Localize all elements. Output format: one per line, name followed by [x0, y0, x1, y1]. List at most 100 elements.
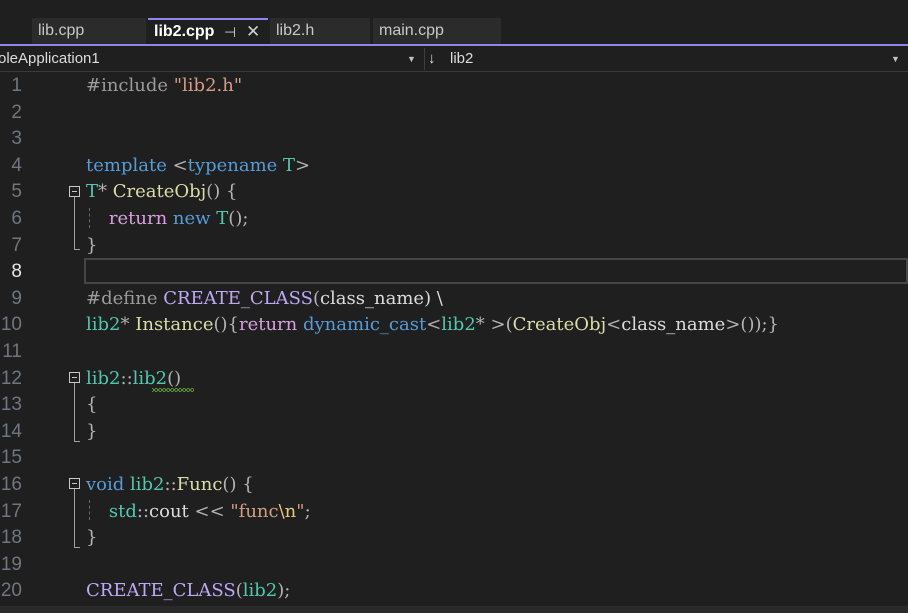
line-number: 3 — [11, 128, 22, 150]
code-token: * — [120, 314, 136, 336]
code-text: std::cout << "func\n"; — [86, 501, 311, 522]
code-text: } — [86, 421, 97, 442]
code-line[interactable]: 1 #include "lib2.h" — [0, 74, 908, 100]
code-token: template — [86, 154, 173, 176]
code-token: lib2 — [86, 367, 121, 389]
code-line[interactable]: 9 #define CREATE_CLASS(class_name) \ — [0, 287, 908, 313]
code-token: \n — [278, 500, 297, 522]
tab-label: lib.cpp — [38, 22, 85, 39]
code-token: Func — [176, 474, 223, 495]
tab-lib2-h[interactable]: lib2.h — [270, 18, 370, 44]
code-text: { — [86, 394, 97, 415]
code-line[interactable]: 5 T* CreateObj() { — [0, 180, 908, 206]
code-token: T — [216, 208, 229, 229]
line-number: 13 — [0, 394, 22, 416]
code-line[interactable]: 6 return new T(); — [0, 207, 908, 233]
line-number: 10 — [0, 314, 22, 336]
navigation-bar: oleApplication1 ▼ ↓ lib2 ▼ — [0, 46, 908, 72]
code-token: () { — [206, 181, 238, 203]
code-line[interactable]: 10 lib2* Instance(){return dynamic_cast<l… — [0, 313, 908, 339]
tab-main-cpp[interactable]: main.cpp — [373, 18, 501, 44]
code-line[interactable]: 12 lib2::lib2() — [0, 367, 908, 393]
code-text: #include "lib2.h" — [86, 75, 242, 96]
project-label: oleApplication1 — [0, 50, 100, 67]
code-line[interactable]: 14} — [0, 420, 908, 446]
line-number: 14 — [0, 420, 22, 442]
code-line[interactable]: 11 — [0, 340, 908, 366]
code-text: #define CREATE_CLASS(class_name) \ — [86, 288, 443, 309]
code-token: :: — [136, 500, 150, 522]
code-line[interactable]: 8 — [0, 260, 908, 286]
code-editor[interactable]: 1 #include "lib2.h" 2 3 4 template <typename … — [0, 72, 908, 613]
code-token: > — [295, 154, 311, 176]
code-token: new — [172, 208, 217, 229]
line-number: 8 — [11, 261, 22, 283]
code-token: dynamic_cast — [302, 314, 427, 336]
pin-tab-icon[interactable]: ⊣ — [224, 20, 236, 44]
code-token: lib2 — [242, 580, 278, 602]
code-line[interactable]: 13 { — [0, 393, 908, 419]
code-token: () { — [222, 474, 254, 495]
code-token: std — [108, 500, 137, 522]
code-token: lib2 — [130, 474, 165, 495]
line-number: 5 — [11, 181, 22, 203]
tab-lib2-cpp[interactable]: lib2.cpp ⊣ ✕ — [148, 18, 268, 44]
code-text: return new T(); — [86, 208, 249, 229]
tab-lib-cpp[interactable]: lib.cpp — [32, 18, 146, 44]
code-token: CreateObj — [512, 314, 607, 336]
code-line[interactable]: 16 void lib2::Func() { — [0, 473, 908, 499]
code-token: #define — [86, 287, 164, 309]
line-number: 19 — [0, 553, 22, 575]
code-token: T — [86, 181, 99, 203]
code-token: :: — [164, 474, 177, 495]
code-token: ( — [312, 287, 320, 309]
line-number: 16 — [0, 474, 22, 495]
code-line[interactable]: 4 template <typename T> — [0, 154, 908, 180]
code-text: lib2* Instance(){return dynamic_cast<lib… — [86, 314, 779, 335]
code-token: (); — [228, 208, 249, 229]
project-dropdown[interactable]: oleApplication1 ▼ — [0, 47, 424, 71]
code-token: void — [86, 474, 131, 495]
code-token: return — [238, 314, 303, 336]
line-number: 6 — [11, 208, 22, 229]
code-token: T — [283, 154, 296, 176]
line-number: 15 — [0, 447, 22, 469]
horizontal-scrollbar[interactable] — [0, 606, 908, 613]
code-text: template <typename T> — [86, 155, 310, 176]
code-line[interactable]: 2 — [0, 101, 908, 127]
scope-dropdown[interactable]: ↓ lib2 ▼ — [428, 47, 906, 71]
code-token: " — [296, 500, 305, 522]
code-text: CREATE_CLASS(lib2); — [86, 580, 290, 601]
code-line[interactable]: 3 — [0, 127, 908, 153]
code-token: typename — [187, 154, 284, 176]
code-line[interactable]: 18} — [0, 526, 908, 552]
code-line[interactable]: 15 — [0, 446, 908, 472]
code-token: } — [86, 527, 98, 549]
code-text: T* CreateObj() { — [86, 181, 237, 202]
code-token: CREATE_CLASS — [86, 580, 236, 602]
code-token: ; — [304, 500, 311, 522]
code-token: "func — [230, 500, 279, 522]
close-tab-icon[interactable]: ✕ — [246, 20, 260, 44]
code-token: () — [167, 367, 182, 389]
code-line[interactable]: 19 — [0, 553, 908, 579]
code-text: void lib2::Func() { — [86, 474, 254, 495]
code-line[interactable]: 20 CREATE_CLASS(lib2); — [0, 579, 908, 605]
code-token: < — [606, 314, 622, 336]
code-line[interactable]: 7} — [0, 234, 908, 260]
line-number: 11 — [2, 341, 22, 362]
code-token: "lib2.h" — [173, 75, 243, 96]
line-number: 7 — [11, 234, 22, 256]
code-token: class_name — [319, 287, 425, 309]
scope-arrow-icon: ↓ — [428, 50, 436, 67]
line-number: 1 — [11, 75, 22, 96]
code-token: lib2 — [441, 314, 476, 336]
line-number: 2 — [11, 101, 22, 123]
code-line[interactable]: 17 std::cout << "func\n"; — [0, 500, 908, 526]
scope-label: lib2 — [450, 50, 474, 67]
code-token: CREATE_CLASS — [163, 287, 313, 309]
code-token: * — [98, 181, 113, 203]
code-token: >( — [490, 314, 513, 336]
code-token: return — [108, 208, 173, 229]
